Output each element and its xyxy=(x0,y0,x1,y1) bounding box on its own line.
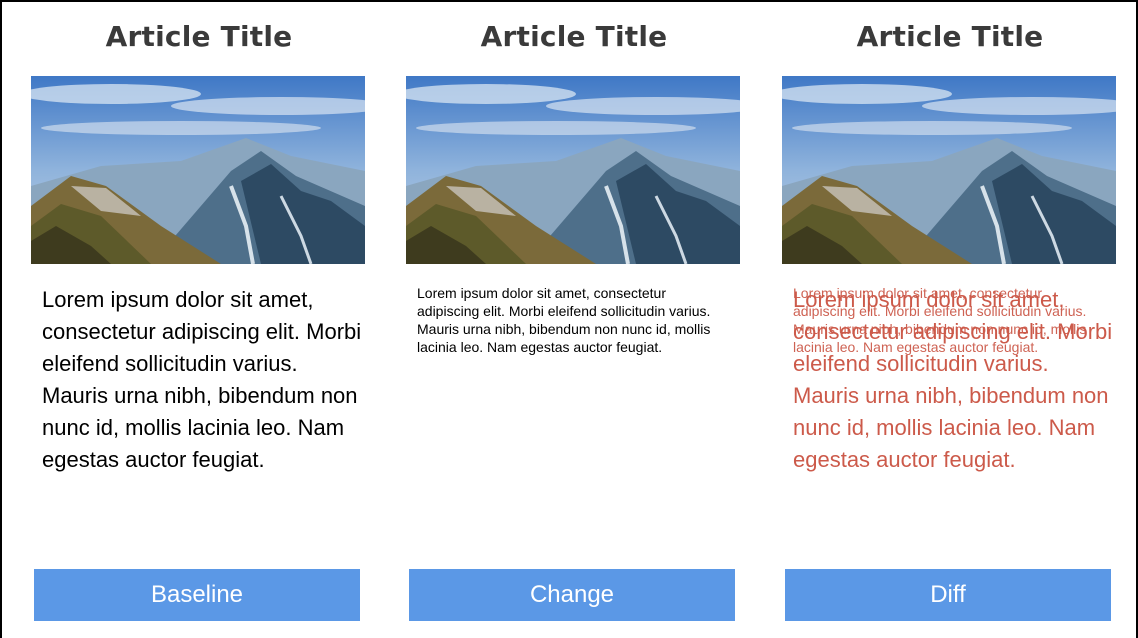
change-panel: Article Title Lorem ipsum dolor sit amet… xyxy=(406,0,742,638)
diff-panel: Article Title Lorem ipsum dolor sit amet… xyxy=(782,0,1118,638)
diff-button[interactable]: Diff xyxy=(785,569,1111,621)
mountain-photo xyxy=(31,76,365,264)
mountain-photo xyxy=(782,76,1116,264)
article-title: Article Title xyxy=(856,20,1044,53)
article-body-text: Lorem ipsum dolor sit amet, consectetur … xyxy=(42,287,362,472)
article-title: Article Title xyxy=(105,20,293,53)
article-title: Article Title xyxy=(480,20,668,53)
article-body-text: Lorem ipsum dolor sit amet, consectetur … xyxy=(417,285,711,355)
diff-body-text-change: Lorem ipsum dolor sit amet, consectetur … xyxy=(793,285,1087,355)
article-image xyxy=(406,76,740,264)
article-image xyxy=(782,76,1116,264)
change-button[interactable]: Change xyxy=(409,569,735,621)
mountain-photo xyxy=(406,76,740,264)
article-image xyxy=(31,76,365,264)
baseline-panel: Article Title Lorem ipsum dolor sit amet… xyxy=(31,0,367,638)
baseline-button[interactable]: Baseline xyxy=(34,569,360,621)
